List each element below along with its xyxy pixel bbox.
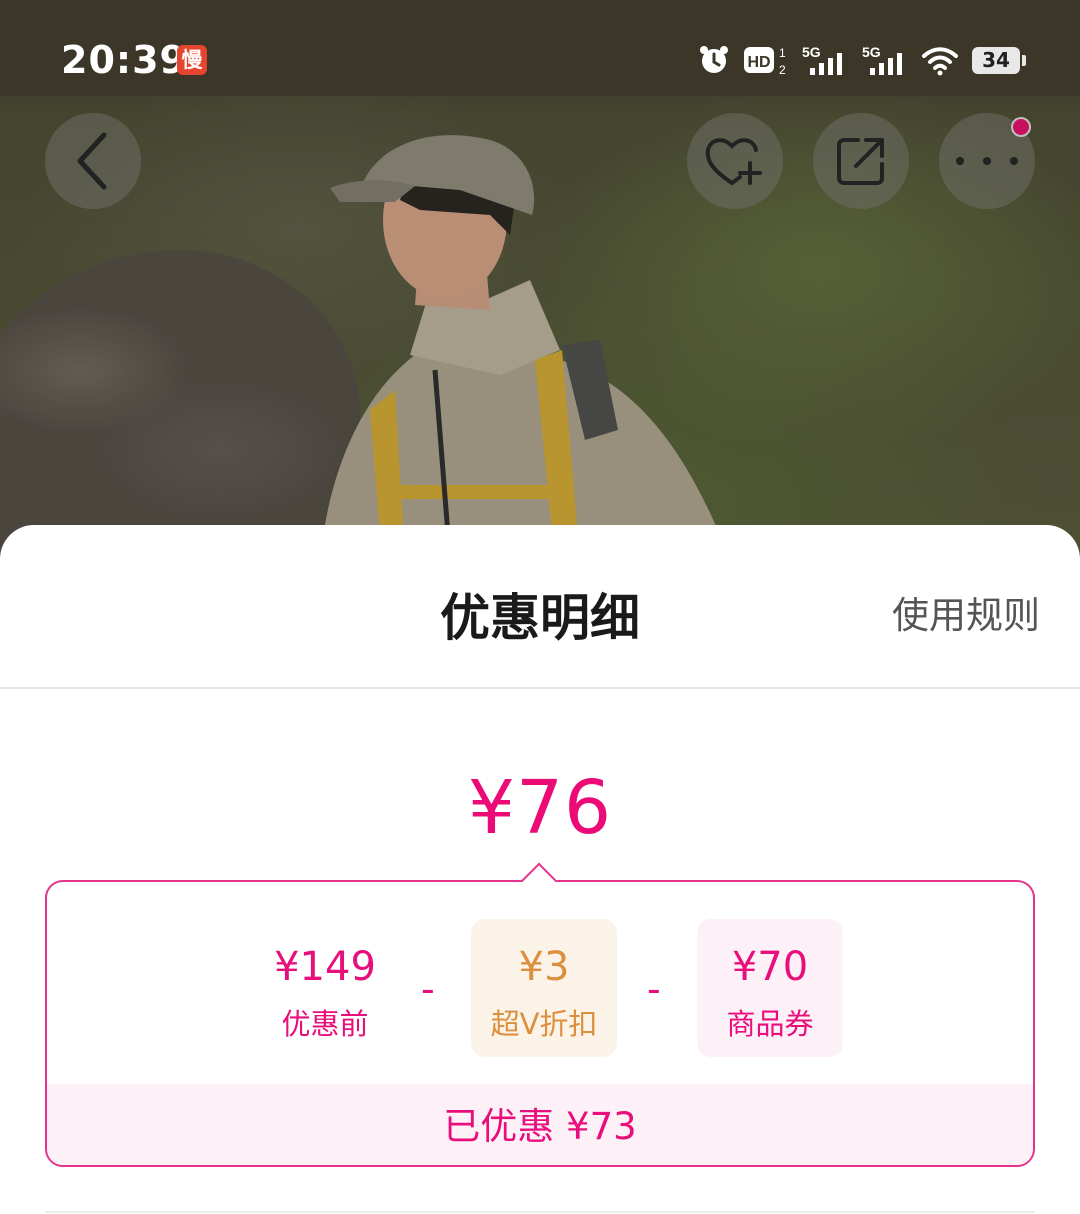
battery-indicator: 34 — [972, 46, 1026, 74]
favorite-button[interactable] — [687, 113, 783, 209]
share-icon — [837, 138, 884, 185]
total-saved-bar: 已优惠 ¥73 — [47, 1084, 1033, 1165]
signal-5g-icon: 5G — [802, 44, 842, 75]
back-button[interactable] — [45, 113, 141, 209]
hd-voice-icon: HD 1 2 — [744, 46, 786, 76]
usage-rules-link[interactable]: 使用规则 — [892, 585, 1040, 639]
svg-text:HD: HD — [747, 54, 770, 71]
minus-sign: - — [647, 967, 661, 1011]
bottom-divider — [45, 1211, 1035, 1213]
more-dots-icon — [956, 157, 1018, 165]
vip-discount-amount: ¥3 — [518, 944, 570, 990]
status-time: 20:39 — [61, 38, 187, 82]
heart-plus-icon — [705, 138, 762, 185]
vip-discount-item: ¥3 超V折扣 — [471, 919, 617, 1057]
original-price-label: 优惠前 — [281, 1007, 369, 1041]
svg-text:5G: 5G — [802, 44, 821, 60]
final-price: ¥76 — [467, 765, 613, 851]
header-divider — [0, 687, 1080, 689]
vip-discount-label: 超V折扣 — [490, 1007, 598, 1041]
svg-text:2: 2 — [779, 63, 786, 76]
share-button[interactable] — [813, 113, 909, 209]
app-notification-badge: 慢 — [177, 45, 207, 75]
status-bar: 20:39 慢 HD 1 2 5G 5G 34 — [0, 0, 1080, 96]
status-icons: HD 1 2 5G 5G 34 — [698, 42, 1026, 78]
minus-sign: - — [421, 967, 435, 1011]
svg-text:1: 1 — [779, 46, 786, 60]
wifi-icon — [922, 47, 958, 76]
signal-5g-icon: 5G — [862, 44, 902, 75]
watermark-text: 嘟嘟嘴角上扬 — [385, 543, 601, 583]
original-price-amount: ¥149 — [274, 944, 376, 990]
notification-dot — [1011, 117, 1031, 137]
coupon-label: 商品券 — [726, 1007, 814, 1041]
price-breakdown-card: ¥149 优惠前 - ¥3 超V折扣 - ¥70 商品券 已优惠 ¥73 — [45, 880, 1035, 1167]
svg-text:5G: 5G — [862, 44, 881, 60]
coupon-amount: ¥70 — [731, 944, 809, 990]
alarm-icon — [700, 46, 728, 73]
original-price-item: ¥149 优惠前 — [252, 919, 398, 1057]
chevron-left-icon — [77, 132, 107, 190]
coupon-item: ¥70 商品券 — [697, 919, 843, 1057]
